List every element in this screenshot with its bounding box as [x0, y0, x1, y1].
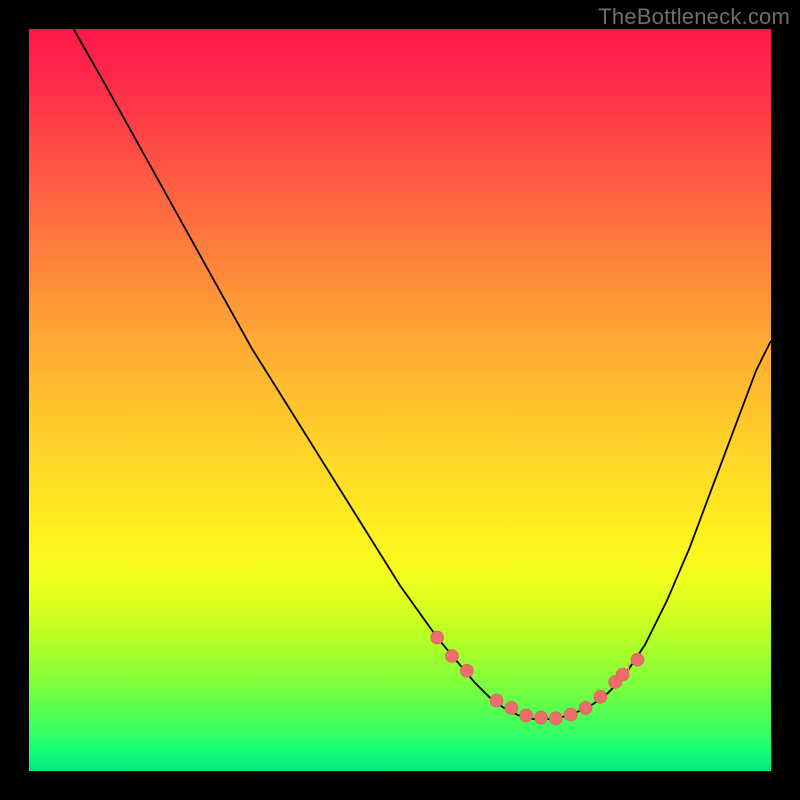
chart-marker-dot — [564, 708, 577, 721]
chart-curve — [74, 29, 772, 719]
chart-marker-dot — [535, 711, 548, 724]
chart-marker-dot — [594, 690, 607, 703]
chart-marker-dot — [549, 712, 562, 725]
chart-overlay-svg — [29, 29, 771, 771]
chart-marker-dot — [431, 631, 444, 644]
chart-markers — [431, 631, 644, 725]
chart-marker-dot — [616, 668, 629, 681]
chart-marker-dot — [631, 653, 644, 666]
chart-marker-dot — [460, 664, 473, 677]
chart-marker-dot — [505, 701, 518, 714]
watermark-text: TheBottleneck.com — [598, 4, 790, 30]
chart-marker-dot — [579, 701, 592, 714]
chart-marker-dot — [445, 650, 458, 663]
chart-outer-frame: TheBottleneck.com — [0, 0, 800, 800]
chart-marker-dot — [490, 694, 503, 707]
chart-marker-dot — [520, 709, 533, 722]
